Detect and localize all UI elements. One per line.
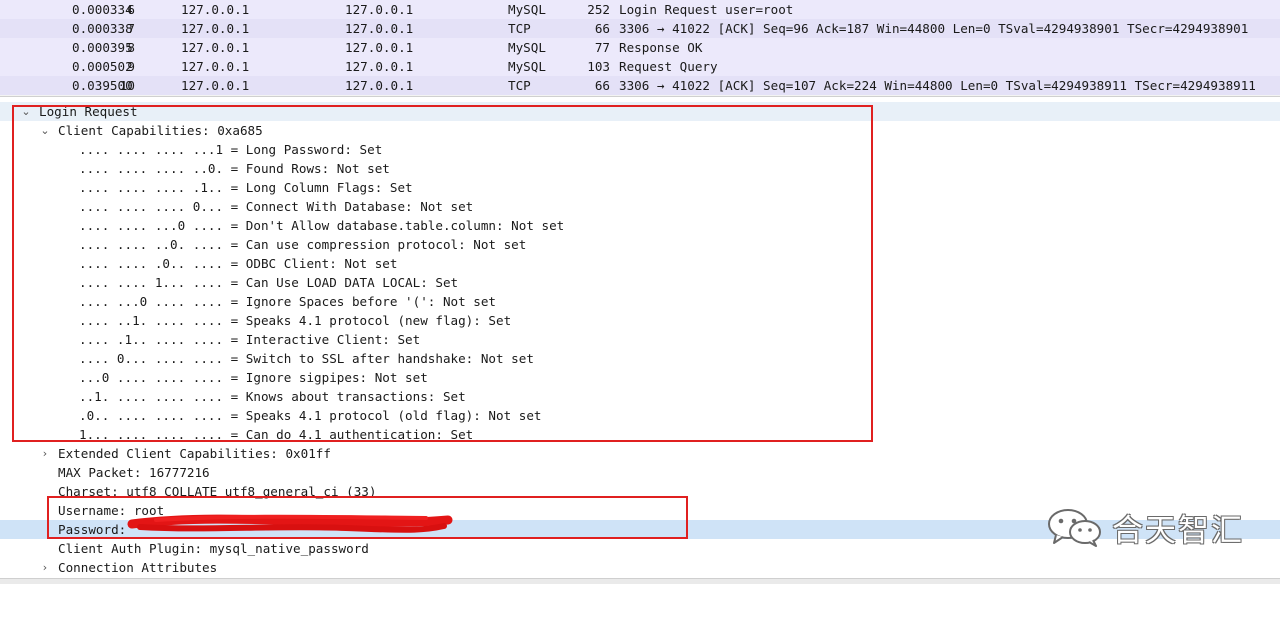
packet-row[interactable]: 6 0.000334 127.0.0.1 127.0.0.1 MySQL 252… [0,0,1280,19]
packet-time: 0.000334 [72,2,133,17]
packet-info: Request Query [619,59,718,74]
chevron-right-icon[interactable]: › [39,444,51,463]
packet-source: 127.0.0.1 [181,78,250,93]
packet-destination: 127.0.0.1 [345,59,414,74]
packet-length: 66 [594,21,610,36]
packet-destination: 127.0.0.1 [345,40,414,55]
packet-info: Response OK [619,40,703,55]
packet-source: 127.0.0.1 [181,40,250,55]
chevron-right-icon[interactable]: › [39,558,51,577]
packet-source: 127.0.0.1 [181,21,250,36]
packet-time: 0.000338 [72,21,133,36]
packet-row[interactable]: 7 0.000338 127.0.0.1 127.0.0.1 TCP 66 33… [0,19,1280,38]
tree-item-extended-capabilities[interactable]: › Extended Client Capabilities: 0x01ff [0,444,1280,463]
packet-info: Login Request user=root [619,2,794,17]
tree-label: MAX Packet: 16777216 [58,465,210,480]
packet-protocol: TCP [508,78,531,93]
tree-item-connection-attributes[interactable]: › Connection Attributes [0,558,1280,577]
packet-source: 127.0.0.1 [181,59,250,74]
password-redaction-scribble [127,514,453,533]
packet-row[interactable]: 10 0.039500 127.0.0.1 127.0.0.1 TCP 66 3… [0,76,1280,95]
tree-label: Extended Client Capabilities: 0x01ff [58,446,331,461]
watermark: 合天智汇 [1046,503,1246,549]
packet-protocol: TCP [508,21,531,36]
tree-label: Connection Attributes [58,560,218,575]
packet-info: 3306 → 41022 [ACK] Seq=107 Ack=224 Win=4… [619,78,1256,93]
packet-destination: 127.0.0.1 [345,78,414,93]
capabilities-highlight-box [12,105,873,442]
packet-time: 0.039500 [72,78,133,93]
packet-list: 6 0.000334 127.0.0.1 127.0.0.1 MySQL 252… [0,0,1280,96]
packet-info: 3306 → 41022 [ACK] Seq=96 Ack=187 Win=44… [619,21,1249,36]
tree-label: Client Auth Plugin: mysql_native_passwor… [58,541,369,556]
packet-time: 0.000502 [72,59,133,74]
packet-destination: 127.0.0.1 [345,21,414,36]
packet-protocol: MySQL [508,2,546,17]
packet-time: 0.000395 [72,40,133,55]
packet-row[interactable]: 9 0.000502 127.0.0.1 127.0.0.1 MySQL 103… [0,57,1280,76]
packet-protocol: MySQL [508,40,546,55]
packet-length: 252 [587,2,610,17]
tree-item-max-packet[interactable]: MAX Packet: 16777216 [0,463,1280,482]
watermark-text: 合天智汇 [1112,513,1244,549]
wechat-icon [1048,509,1101,547]
status-bar [0,578,1280,584]
packet-length: 66 [594,78,610,93]
packet-row[interactable]: 8 0.000395 127.0.0.1 127.0.0.1 MySQL 77 … [0,38,1280,57]
packet-destination: 127.0.0.1 [345,2,414,17]
packet-source: 127.0.0.1 [181,2,250,17]
packet-length: 77 [594,40,610,55]
packet-length: 103 [587,59,610,74]
packet-protocol: MySQL [508,59,546,74]
